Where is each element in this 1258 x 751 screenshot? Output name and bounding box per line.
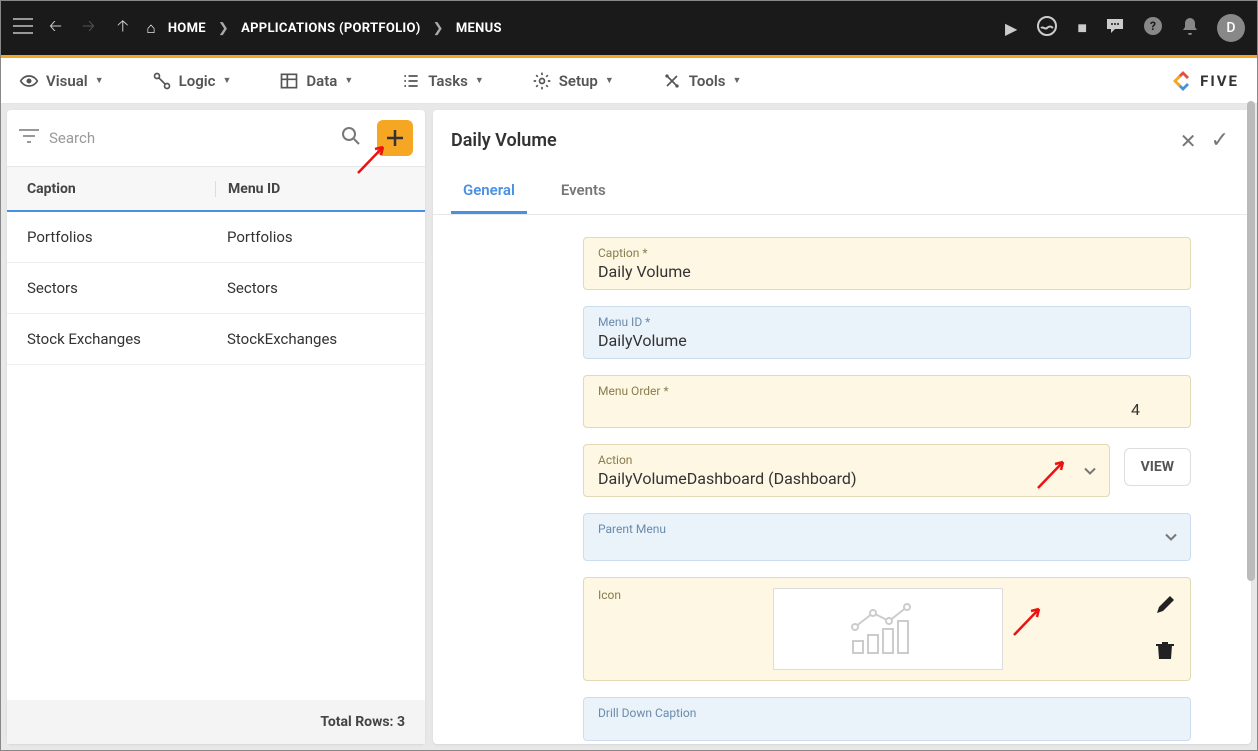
- chevron-right-icon: ❯: [218, 21, 229, 36]
- chat-icon[interactable]: [1105, 17, 1125, 39]
- topbar: 🡠 🡢 🡡 ⌂ HOME ❯ APPLICATIONS (PORTFOLIO) …: [1, 1, 1257, 55]
- home-icon[interactable]: ⌂: [146, 19, 155, 37]
- parentmenu-field[interactable]: Parent Menu: [583, 513, 1191, 561]
- menu-tools[interactable]: Tools▼: [662, 71, 742, 91]
- breadcrumb-menus[interactable]: MENUS: [456, 21, 502, 36]
- menu-logic[interactable]: Logic▼: [152, 71, 232, 91]
- play-icon[interactable]: ▶: [1005, 19, 1017, 38]
- breadcrumb-apps[interactable]: APPLICATIONS (PORTFOLIO): [241, 21, 421, 36]
- tab-general[interactable]: General: [451, 171, 527, 214]
- menu-data[interactable]: Data▼: [279, 71, 353, 91]
- table-row[interactable]: Sectors Sectors: [7, 263, 425, 314]
- tabs: General Events: [433, 165, 1251, 215]
- deploy-icon[interactable]: [1035, 14, 1059, 42]
- filter-icon[interactable]: [19, 128, 39, 148]
- tab-events[interactable]: Events: [549, 171, 618, 214]
- bell-icon[interactable]: [1181, 16, 1199, 40]
- up-icon[interactable]: 🡡: [111, 9, 135, 48]
- chevron-down-icon[interactable]: [1164, 528, 1178, 547]
- help-icon[interactable]: ?: [1143, 16, 1163, 40]
- chevron-right-icon: ❯: [433, 21, 444, 36]
- search-input[interactable]: [49, 129, 325, 147]
- icon-field: Icon: [583, 577, 1191, 681]
- hamburger-icon[interactable]: [13, 18, 33, 38]
- search-icon[interactable]: [335, 120, 367, 156]
- header-menuid[interactable]: Menu ID: [215, 181, 405, 197]
- caret-down-icon: ▼: [475, 75, 484, 86]
- add-button[interactable]: [377, 120, 413, 156]
- brand-logo: FIVE: [1170, 68, 1239, 94]
- menu-tasks[interactable]: Tasks▼: [401, 71, 484, 91]
- detail-header: Daily Volume ✕ ✓: [433, 110, 1251, 165]
- caret-down-icon: ▼: [732, 75, 741, 86]
- search-row: [7, 110, 425, 166]
- forward-icon: 🡢: [76, 9, 101, 48]
- svg-text:?: ?: [1150, 19, 1156, 33]
- action-field[interactable]: Action DailyVolumeDashboard (Dashboard): [583, 444, 1110, 497]
- chart-icon: [843, 599, 933, 659]
- form-area: Caption * Daily Volume Menu ID * DailyVo…: [433, 215, 1251, 744]
- table-row[interactable]: Portfolios Portfolios: [7, 212, 425, 263]
- back-icon[interactable]: 🡠: [43, 9, 68, 48]
- nav-arrows: 🡠 🡢: [43, 9, 101, 48]
- header-caption[interactable]: Caption: [27, 181, 227, 197]
- menu-visual[interactable]: Visual▼: [19, 71, 104, 91]
- menu-setup[interactable]: Setup▼: [532, 71, 614, 91]
- avatar[interactable]: D: [1217, 14, 1245, 42]
- caret-down-icon: ▼: [222, 75, 231, 86]
- drilldown-field[interactable]: Drill Down Caption: [583, 697, 1191, 741]
- breadcrumb-home[interactable]: HOME: [168, 21, 206, 36]
- caret-down-icon: ▼: [95, 75, 104, 86]
- icon-actions: [1154, 588, 1176, 664]
- view-button[interactable]: VIEW: [1124, 448, 1191, 486]
- caret-down-icon: ▼: [605, 75, 614, 86]
- caption-field[interactable]: Caption * Daily Volume: [583, 237, 1191, 290]
- topbar-right: ▶ ■ ? D: [1005, 14, 1245, 42]
- table-footer: Total Rows: 3: [7, 700, 425, 744]
- stop-icon[interactable]: ■: [1077, 18, 1087, 38]
- left-panel: Caption Menu ID Portfolios Portfolios Se…: [7, 110, 425, 744]
- menuid-field[interactable]: Menu ID * DailyVolume: [583, 306, 1191, 359]
- chevron-down-icon[interactable]: [1083, 461, 1097, 480]
- menuorder-field[interactable]: Menu Order * 4: [583, 375, 1191, 428]
- caret-down-icon: ▼: [344, 75, 353, 86]
- menubar: Visual▼ Logic▼ Data▼ Tasks▼ Setup▼ Tools…: [1, 58, 1257, 104]
- page-title: Daily Volume: [451, 130, 557, 151]
- table-row[interactable]: Stock Exchanges StockExchanges: [7, 314, 425, 365]
- save-check-icon[interactable]: ✓: [1207, 124, 1233, 157]
- right-panel: Daily Volume ✕ ✓ General Events Caption …: [433, 110, 1251, 744]
- icon-preview: [773, 588, 1003, 670]
- scrollbar[interactable]: [1247, 101, 1255, 581]
- edit-icon[interactable]: [1154, 594, 1176, 620]
- table-header: Caption Menu ID: [7, 166, 425, 212]
- close-icon[interactable]: ✕: [1170, 125, 1207, 157]
- main: Caption Menu ID Portfolios Portfolios Se…: [1, 104, 1257, 750]
- breadcrumb: ⌂ HOME ❯ APPLICATIONS (PORTFOLIO) ❯ MENU…: [146, 19, 501, 37]
- trash-icon[interactable]: [1156, 640, 1174, 664]
